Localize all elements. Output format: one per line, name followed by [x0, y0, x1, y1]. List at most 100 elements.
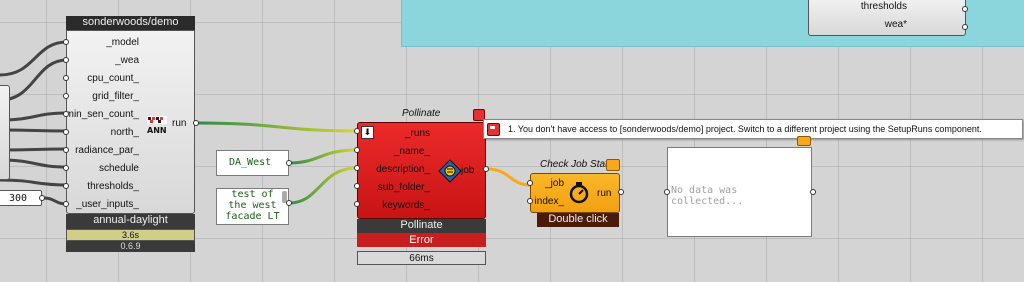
profiler-time: 3.6s [121, 230, 139, 240]
input-index-label: index_ [534, 196, 564, 207]
annual-daylight-header: sonderwoods/demo [66, 16, 195, 30]
pollinate-status-bar: Error [357, 233, 486, 247]
name-panel-text: DA_West [229, 157, 272, 168]
version-label: 0.6.9 [120, 241, 141, 251]
output-panel-output-port[interactable] [810, 189, 816, 195]
check-job-status-component[interactable]: _job index_ run [530, 173, 620, 213]
input-name-label: _name_ [393, 146, 430, 157]
error-tooltip-message: 1. You don't have access to [sonderwoods… [508, 124, 982, 134]
input-port-index[interactable] [527, 198, 533, 204]
input-model-label: _model [106, 37, 139, 48]
input-schedule-label: schedule [98, 163, 139, 174]
timer-icon [569, 182, 589, 204]
output-panel[interactable]: No data was collected... [667, 147, 812, 237]
description-panel[interactable]: test of the west facade LT [216, 188, 289, 225]
output-run-label-cjs: run [597, 188, 612, 199]
pollinate-name: Pollinate [400, 219, 443, 231]
description-line-2: the west [228, 200, 277, 211]
annual-daylight-name: annual-daylight [93, 214, 168, 226]
wire-description [288, 166, 358, 205]
input-port-north[interactable] [63, 129, 69, 135]
warning-balloon-icon[interactable] [606, 159, 620, 171]
input-port-wea[interactable] [63, 57, 69, 63]
input-min-sen-count-label: min_sen_count_ [65, 109, 139, 120]
output-port-run-cjs[interactable] [618, 189, 624, 195]
annual-daylight-name-bar: annual-daylight [66, 214, 195, 229]
tooltip-error-icon [487, 123, 500, 136]
number-slider[interactable]: 300 [0, 190, 42, 206]
output-job-label: job [461, 165, 475, 176]
output-thresholds-label: thresholds [860, 1, 907, 12]
wire-name [288, 148, 358, 165]
name-panel[interactable]: DA_West [216, 150, 289, 176]
pollinate-bee-icon [438, 159, 462, 183]
input-keywords-label: keywords_ [382, 200, 430, 211]
output-panel-input-port[interactable] [664, 189, 670, 195]
wire-thresholds [0, 178, 68, 187]
output-port-job[interactable] [483, 166, 489, 172]
annual-daylight-component[interactable]: _model _wea cpu_count_ grid_filter_ min_… [66, 30, 195, 214]
input-user-inputs-label: _user_inputs_ [76, 199, 139, 210]
input-description-label: description_ [376, 164, 430, 175]
wire-schedule [0, 158, 68, 169]
input-radiance-par-label: radiance_par_ [75, 145, 139, 156]
input-thresholds-label: thresholds_ [87, 181, 139, 192]
wire-radiance [0, 147, 68, 152]
name-panel-output-port[interactable] [286, 160, 292, 166]
input-port-sub-folder[interactable] [354, 183, 360, 189]
pollinate-title: Pollinate [402, 108, 441, 119]
svg-text:ANN: ANN [147, 126, 167, 135]
output-port-thresholds[interactable] [962, 6, 968, 12]
input-wea-label: _wea [115, 55, 139, 66]
description-line-1: test of [231, 189, 274, 200]
output-run-label: run [172, 118, 187, 129]
wire-run-to-runs [196, 121, 358, 133]
input-port-keywords[interactable] [354, 201, 360, 207]
left-component-fragment[interactable] [0, 85, 10, 180]
double-click-label: Double click [548, 213, 608, 225]
wire-model [0, 40, 68, 77]
wire-north [0, 128, 68, 133]
panel-warning-icon[interactable] [797, 136, 811, 146]
top-component[interactable]: thresholds wea* [808, 0, 966, 36]
output-port-run[interactable] [193, 120, 199, 126]
input-port-min-sen-count[interactable] [63, 111, 69, 117]
error-tooltip: 1. You don't have access to [sonderwoods… [483, 119, 1023, 139]
output-port-wea[interactable] [962, 24, 968, 30]
input-port-model[interactable] [63, 39, 69, 45]
output-panel-text: No data was collected... [671, 185, 744, 207]
input-port-schedule[interactable] [63, 165, 69, 171]
input-port-description[interactable] [354, 165, 360, 171]
input-sub-folder-label: sub_folder_ [377, 182, 430, 193]
annual-daylight-title: sonderwoods/demo [82, 16, 179, 28]
input-cpu-count-label: cpu_count_ [87, 73, 139, 84]
pollinate-status: Error [409, 234, 434, 246]
wire-thresholds-in [0, 111, 68, 122]
input-port-cpu-count[interactable] [63, 75, 69, 81]
wire-job [486, 167, 531, 187]
description-panel-output-port[interactable] [286, 200, 292, 206]
message-toggle-icon[interactable]: ⬇ [361, 126, 374, 139]
input-port-runs[interactable] [354, 128, 360, 134]
input-port-job[interactable] [527, 180, 533, 186]
pollinate-component[interactable]: ⬇ _runs _name_ description_ sub_folder_ … [357, 122, 486, 219]
input-runs-label: _runs [404, 128, 430, 139]
input-job-label: _job [545, 178, 564, 189]
description-line-3: facade LT [225, 211, 280, 222]
input-port-radiance-par[interactable] [63, 147, 69, 153]
input-north-label: north_ [110, 127, 139, 138]
input-port-user-inputs[interactable] [63, 201, 69, 207]
wire-wea [0, 58, 68, 102]
output-wea-label: wea* [884, 19, 907, 30]
check-job-status-footer[interactable]: Double click [537, 213, 619, 227]
ann-icon: ANN [147, 116, 167, 135]
input-port-name[interactable] [354, 147, 360, 153]
version-bar: 0.6.9 [66, 241, 195, 252]
slider-value: 300 [9, 193, 28, 204]
pollinate-name-bar: Pollinate [357, 219, 486, 233]
pollinate-profiler-bar: 66ms [357, 251, 486, 265]
input-port-grid-filter[interactable] [63, 93, 69, 99]
input-port-thresholds[interactable] [63, 183, 69, 189]
slider-output-port[interactable] [39, 195, 45, 201]
pollinate-profiler-time: 66ms [409, 253, 434, 264]
